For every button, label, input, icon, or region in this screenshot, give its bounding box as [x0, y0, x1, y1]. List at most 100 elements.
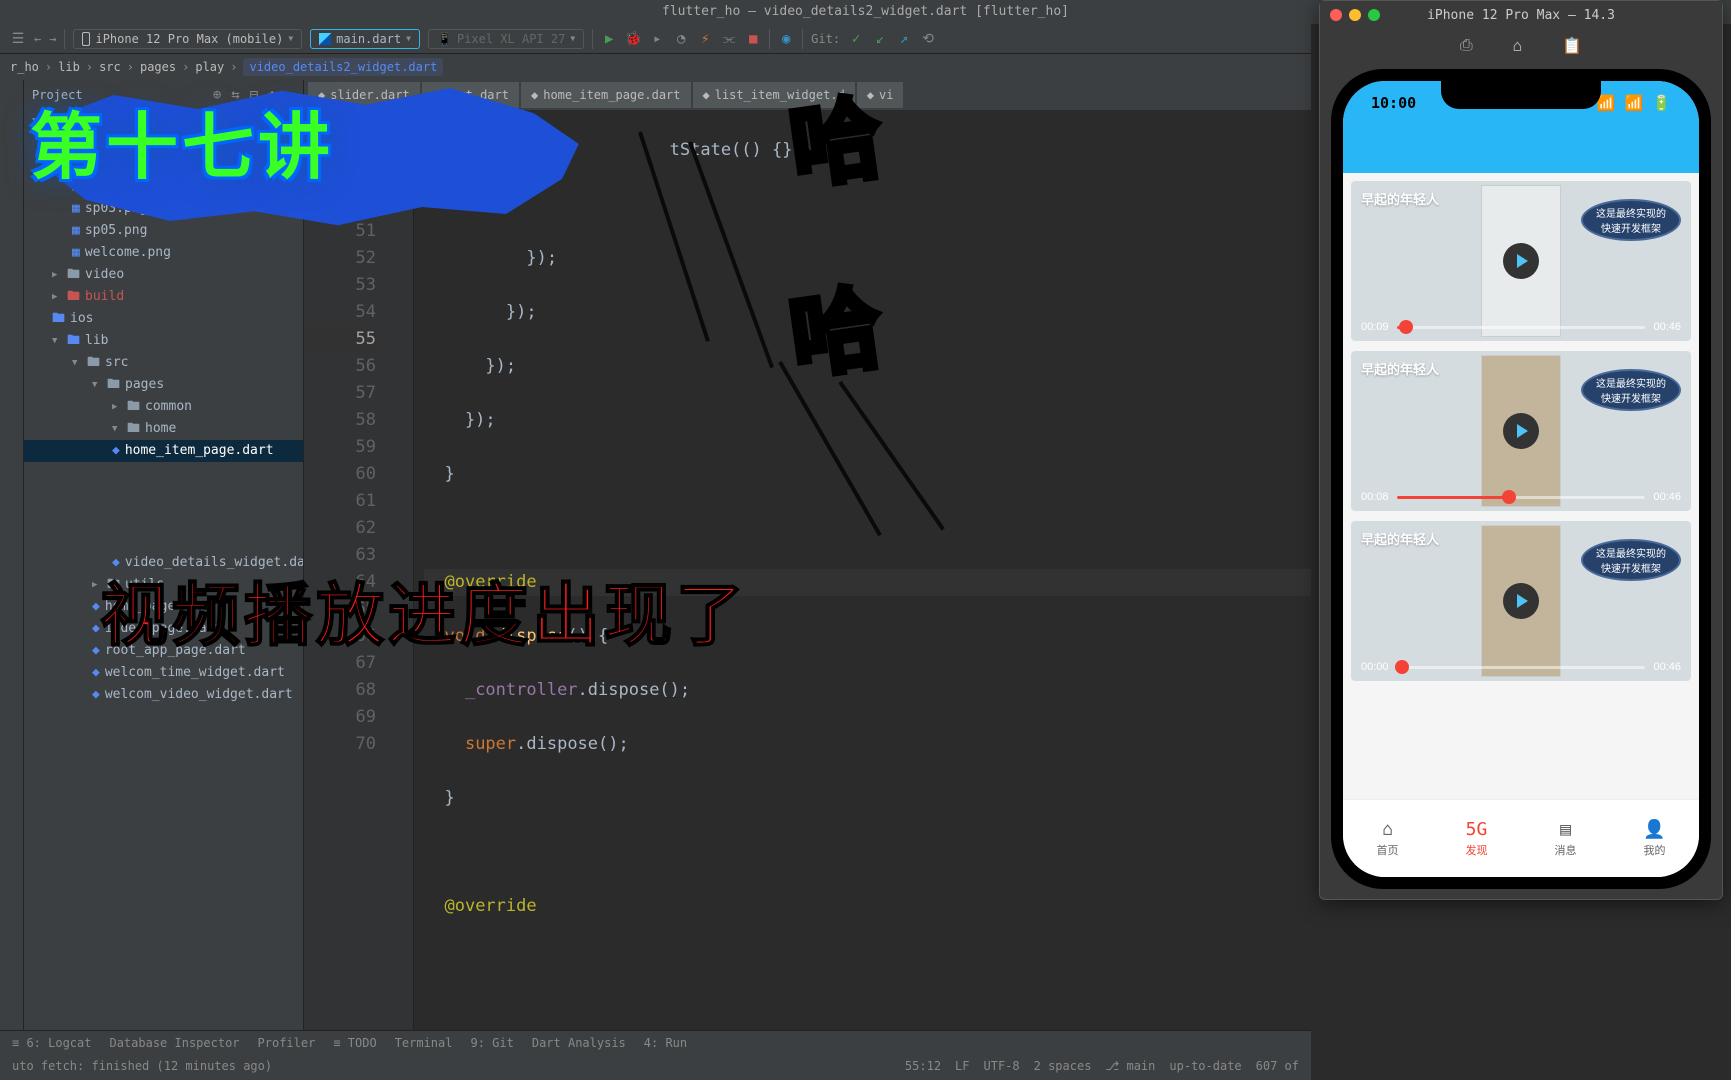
simulator-window: iPhone 12 Pro Max – 14.3 ⎙ ⌂ 📋 10:00 📶 📶… [1319, 0, 1723, 900]
stop-icon[interactable]: ■ [745, 31, 761, 47]
close-icon[interactable] [1330, 9, 1342, 21]
git-tab[interactable]: 9: Git [470, 1036, 513, 1050]
git-update-icon[interactable]: ✓ [848, 31, 864, 47]
git-status: up-to-date [1169, 1059, 1241, 1073]
avd-selector[interactable]: 📱 Pixel XL API 27 ▼ [428, 29, 584, 49]
tab[interactable]: ◆home_item_page.dart [521, 82, 691, 108]
bottom-bar: ≡ 6: Logcat Database Inspector Profiler … [0, 1030, 1311, 1080]
left-gutter [0, 80, 24, 1050]
line-sep[interactable]: LF [955, 1059, 969, 1073]
crumb-current[interactable]: video_details2_widget.dart [243, 58, 443, 76]
avd-name: Pixel XL API 27 [457, 32, 565, 46]
zoom-icon[interactable] [1368, 9, 1380, 21]
hot-reload-icon[interactable]: ⚡ [697, 31, 713, 47]
tree-file[interactable]: sp05.png [85, 220, 148, 242]
home-icon[interactable]: ⌂ [1513, 36, 1523, 55]
attach-icon[interactable]: ⫘ [721, 31, 737, 47]
screenshot-icon[interactable]: ⎙ [1460, 35, 1473, 55]
nav-home[interactable]: ⌂首页 [1343, 800, 1432, 877]
tree-dir[interactable]: pages [125, 374, 164, 396]
crumb[interactable]: lib [58, 60, 80, 74]
git-push-icon[interactable]: ↗ [896, 31, 912, 47]
run-icon[interactable]: ▶ [601, 31, 617, 47]
nav-discover[interactable]: 5G发现 [1432, 800, 1521, 877]
video-title: 早起的年轻人 [1361, 529, 1439, 548]
tree-dir[interactable]: home [145, 418, 176, 440]
terminal-tab[interactable]: Terminal [395, 1036, 453, 1050]
profile-icon: 👤 [1643, 819, 1665, 840]
play-button[interactable] [1503, 583, 1539, 619]
phone-screen[interactable]: 10:00 📶 📶 🔋 早起的年轻人 这是最终实现的快速开发框架 00:09 0… [1343, 81, 1699, 877]
play-button[interactable] [1503, 243, 1539, 279]
time-current: 00:09 [1361, 321, 1389, 333]
phone-notch [1441, 81, 1601, 109]
git-branch[interactable]: ⎇ main [1105, 1059, 1155, 1073]
git-history-icon[interactable]: ⟲ [920, 31, 936, 47]
cursor-pos: 55:12 [905, 1059, 941, 1073]
nav-back-icon[interactable]: ← [34, 32, 41, 46]
tree-dir[interactable]: common [145, 396, 192, 418]
home-icon: ⌂ [1382, 819, 1393, 840]
dart-icon: ◆ [92, 662, 100, 684]
run-tab[interactable]: 4: Run [644, 1036, 687, 1050]
time-total: 00:46 [1653, 491, 1681, 503]
debug-icon[interactable]: 🐞 [625, 31, 641, 47]
video-card[interactable]: 早起的年轻人 这是最终实现的快速开发框架 00:09 00:46 [1351, 181, 1691, 341]
tree-dir[interactable]: build [85, 286, 124, 308]
indent[interactable]: 2 spaces [1034, 1059, 1092, 1073]
overlay-bubble: 这是最终实现的快速开发框架 [1581, 539, 1681, 581]
tree-file[interactable]: welcome.png [85, 242, 171, 264]
run-config-selector[interactable]: main.dart ▼ [310, 29, 420, 49]
device-selector[interactable]: iPhone 12 Pro Max (mobile) ▼ [73, 29, 302, 49]
hamburger-icon[interactable]: ☰ [10, 31, 26, 47]
tree-file[interactable]: welcom_time_widget.dart [105, 662, 285, 684]
crumb[interactable]: pages [140, 60, 176, 74]
sim-toolbar: ⎙ ⌂ 📋 [1320, 29, 1722, 61]
tree-file[interactable]: welcom_video_widget.dart [105, 684, 293, 706]
encoding[interactable]: UTF-8 [984, 1059, 1020, 1073]
video-card[interactable]: 早起的年轻人 这是最终实现的快速开发框架 00:00 00:46 [1351, 521, 1691, 681]
coverage-icon[interactable]: ▸ [649, 31, 665, 47]
video-feed[interactable]: 早起的年轻人 这是最终实现的快速开发框架 00:09 00:46 早起的年轻人 [1343, 173, 1699, 689]
video-progress[interactable]: 00:08 00:46 [1361, 491, 1681, 503]
tree-dir[interactable]: video [85, 264, 124, 286]
crumb[interactable]: r_ho [10, 60, 39, 74]
overlay-bubble: 这是最终实现的快速开发框架 [1581, 199, 1681, 241]
todo-tab[interactable]: ≡ TODO [333, 1036, 376, 1050]
logcat-tab[interactable]: ≡ 6: Logcat [12, 1036, 91, 1050]
time-current: 00:00 [1361, 661, 1389, 673]
overlay-caption: 视频播放进度出现了 [100, 560, 748, 659]
nav-profile[interactable]: 👤我的 [1610, 800, 1699, 877]
nav-fwd-icon[interactable]: → [49, 32, 56, 46]
db-inspector-tab[interactable]: Database Inspector [109, 1036, 239, 1050]
dart-icon: ◆ [92, 618, 100, 640]
paste-icon[interactable]: 📋 [1562, 36, 1582, 55]
tree-file[interactable]: home_item_page.dart [125, 440, 274, 462]
breadcrumb: r_ho› lib› src› pages› play› video_detai… [0, 54, 1311, 80]
video-card[interactable]: 早起的年轻人 这是最终实现的快速开发框架 00:08 00:46 [1351, 351, 1691, 511]
dart-analysis-tab[interactable]: Dart Analysis [532, 1036, 626, 1050]
play-button[interactable] [1503, 413, 1539, 449]
nav-messages[interactable]: ▤消息 [1521, 800, 1610, 877]
tree-dir[interactable]: ios [70, 308, 93, 330]
time-current: 00:08 [1361, 491, 1389, 503]
crumb[interactable]: src [99, 60, 121, 74]
overlay-haha: 哈 [781, 254, 888, 395]
profiler-tab[interactable]: Profiler [258, 1036, 316, 1050]
minimize-icon[interactable] [1349, 9, 1361, 21]
devtools-icon[interactable]: ◉ [778, 31, 794, 47]
git-commit-icon[interactable]: ↙ [872, 31, 888, 47]
video-progress[interactable]: 00:00 00:46 [1361, 661, 1681, 673]
tree-dir[interactable]: src [105, 352, 128, 374]
tree-dir[interactable]: lib [85, 330, 108, 352]
folder-icon: 🖿 [67, 330, 80, 352]
folder-icon: 🖿 [67, 264, 80, 286]
memory: 607 of [1256, 1059, 1299, 1073]
status-bar: uto fetch: finished (12 minutes ago) 55:… [0, 1054, 1311, 1078]
sim-titlebar: iPhone 12 Pro Max – 14.3 [1320, 1, 1722, 29]
crumb[interactable]: play [195, 60, 224, 74]
profile-icon[interactable]: ◔ [673, 31, 689, 47]
video-progress[interactable]: 00:09 00:46 [1361, 321, 1681, 333]
dart-icon: ◆ [92, 684, 100, 706]
status-message: uto fetch: finished (12 minutes ago) [12, 1059, 272, 1073]
